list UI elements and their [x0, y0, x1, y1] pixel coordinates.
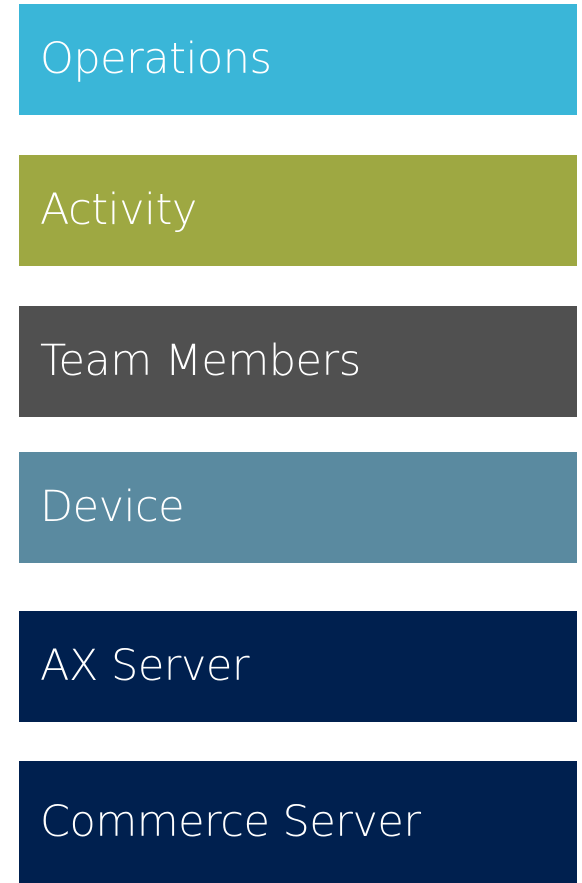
- tile-commerce-server[interactable]: Commerce Server: [19, 761, 577, 883]
- tile-label: AX Server: [40, 641, 250, 691]
- tile-ax-server[interactable]: AX Server: [19, 611, 577, 722]
- tile-team-members[interactable]: Team Members: [19, 306, 577, 417]
- tile-label: Commerce Server: [40, 796, 421, 847]
- tile-label: Operations: [40, 34, 272, 84]
- tile-label: Activity: [40, 185, 197, 235]
- tile-label: Device: [40, 482, 185, 532]
- tile-label: Team Members: [40, 336, 361, 386]
- tile-operations[interactable]: Operations: [19, 4, 577, 115]
- tile-activity[interactable]: Activity: [19, 155, 577, 266]
- tile-device[interactable]: Device: [19, 452, 577, 563]
